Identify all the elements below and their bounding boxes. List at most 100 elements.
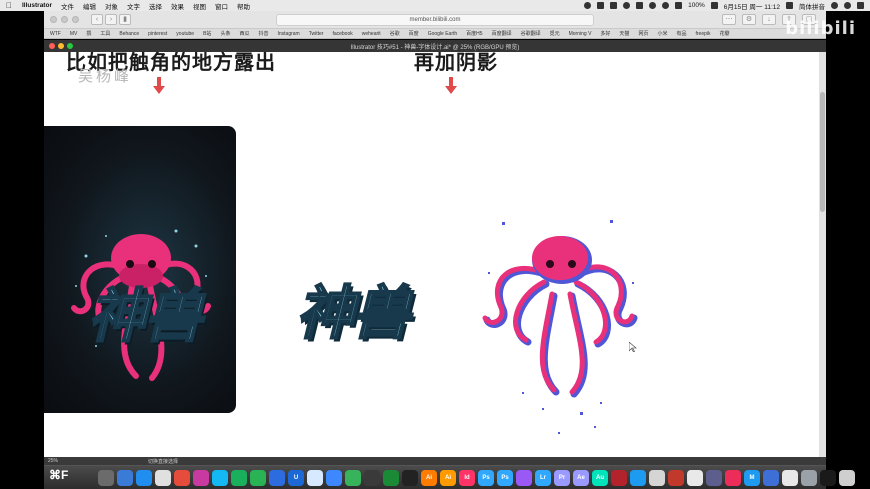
bookmark-item[interactable]: 撰 <box>86 30 91 37</box>
bookmark-item[interactable]: 百度H5 <box>466 30 482 37</box>
dock-app-icon[interactable] <box>193 469 209 486</box>
dock-app-icon[interactable] <box>345 469 361 486</box>
dock-app-icon[interactable]: Pr <box>554 469 570 486</box>
minimize-window-button[interactable] <box>61 16 68 23</box>
menu-type[interactable]: 文字 <box>127 1 140 11</box>
bookmark-item[interactable]: facebook <box>332 31 352 37</box>
bookmark-item[interactable]: WTF <box>50 31 61 37</box>
bookmark-item[interactable]: 花瓣 <box>720 30 730 37</box>
bookmark-item[interactable]: Twitter <box>309 31 324 37</box>
dock-app-icon[interactable] <box>326 469 342 486</box>
battery-icon[interactable] <box>710 2 718 9</box>
dock-app-icon[interactable]: Ps <box>478 469 494 486</box>
back-button[interactable]: ‹ <box>91 14 103 25</box>
more-button[interactable]: ⋯ <box>722 14 736 25</box>
bookmark-item[interactable]: 天猫 <box>619 30 629 37</box>
dock-app-icon[interactable]: U <box>288 469 304 486</box>
menu-help[interactable]: 帮助 <box>237 1 250 11</box>
artboard-canvas[interactable]: 比如把触角的地方露出 吴杨峰 再加阴影 神兽 神兽 <box>44 52 819 457</box>
dock-app-icon[interactable] <box>269 469 285 486</box>
bookmark-item[interactable]: Google Earth <box>428 31 457 37</box>
menu-select[interactable]: 选择 <box>149 1 162 11</box>
dock-app-icon[interactable] <box>706 469 722 486</box>
menu-file[interactable]: 文件 <box>61 1 74 11</box>
menu-effect[interactable]: 效果 <box>171 1 184 11</box>
dock-app-icon[interactable] <box>250 469 266 486</box>
dock-app-icon[interactable] <box>364 469 380 486</box>
bookmark-item[interactable]: 多好 <box>600 30 610 37</box>
siri-icon[interactable] <box>831 2 838 9</box>
bookmark-item[interactable]: wehearit <box>362 31 381 37</box>
bookmark-item[interactable]: B站 <box>203 30 211 37</box>
scrollbar-thumb[interactable] <box>820 92 825 212</box>
apple-menu-icon[interactable]:  <box>6 1 12 10</box>
bookmark-item[interactable]: 工具 <box>100 30 110 37</box>
dock-app-icon[interactable] <box>231 469 247 486</box>
vertical-scrollbar[interactable] <box>819 52 826 457</box>
dock-app-icon[interactable] <box>782 469 798 486</box>
clock[interactable]: 6月15日 周一 11:12 <box>724 1 780 11</box>
bookmark-item[interactable]: 抖音 <box>258 30 268 37</box>
bookmark-item[interactable]: MV <box>70 31 78 37</box>
dock-app-icon[interactable] <box>117 469 133 486</box>
dock-app-icon[interactable]: Au <box>592 469 608 486</box>
wechat-icon[interactable] <box>623 2 631 9</box>
menu-edit[interactable]: 编辑 <box>83 1 96 11</box>
dock-app-icon[interactable] <box>516 469 532 486</box>
crop-icon[interactable] <box>610 2 618 9</box>
dock-app-icon[interactable] <box>820 469 836 486</box>
dock-app-icon[interactable] <box>174 469 190 486</box>
menu-window[interactable]: 窗口 <box>215 1 228 11</box>
bluetooth-icon[interactable] <box>649 2 657 9</box>
octopus-shadow-illustration[interactable] <box>482 212 642 442</box>
dock-app-icon[interactable]: Ai <box>421 469 437 486</box>
battery-percent[interactable]: 100% <box>688 2 705 9</box>
dock-app-icon[interactable]: Id <box>459 469 475 486</box>
dock-app-icon[interactable] <box>668 469 684 486</box>
dock-app-icon[interactable] <box>98 469 114 486</box>
dock-app-icon[interactable]: Ae <box>573 469 589 486</box>
dock-app-icon[interactable]: Ps <box>497 469 513 486</box>
bookmark-item[interactable]: 网页 <box>638 30 648 37</box>
user-icon[interactable] <box>844 2 851 9</box>
bookmark-item[interactable]: 西瓜 <box>239 30 249 37</box>
volume-icon[interactable] <box>675 2 683 9</box>
dock-app-icon[interactable] <box>383 469 399 486</box>
notification-icon[interactable] <box>857 2 864 9</box>
bookmark-item[interactable]: Behance <box>119 31 139 37</box>
poster-artwork[interactable]: 神兽 <box>44 126 236 413</box>
dock-app-icon[interactable] <box>611 469 627 486</box>
menu-object[interactable]: 对象 <box>105 1 118 11</box>
address-bar[interactable]: member.bilibili.com <box>276 14 594 26</box>
forward-button[interactable]: › <box>105 14 117 25</box>
bookmark-item[interactable]: 头条 <box>220 30 230 37</box>
dock-app-icon[interactable] <box>136 469 152 486</box>
zoom-level[interactable]: 25% <box>48 458 58 464</box>
bookmark-item[interactable]: Instagram <box>277 31 299 37</box>
input-method[interactable]: 简体拼音 <box>799 1 825 11</box>
bookmark-item[interactable]: youtube <box>176 31 194 37</box>
bookmark-item[interactable]: 百度 <box>409 30 419 37</box>
menu-view[interactable]: 视图 <box>193 1 206 11</box>
sidebar-toggle-button[interactable]: ▮ <box>119 14 131 25</box>
bookmark-item[interactable]: Morning V <box>569 31 592 37</box>
dock-app-icon[interactable] <box>763 469 779 486</box>
dock-app-icon[interactable] <box>307 469 323 486</box>
bookmark-item[interactable]: 有品 <box>676 30 686 37</box>
grid-icon[interactable] <box>597 2 605 9</box>
download-icon[interactable]: ↓ <box>762 14 776 25</box>
close-window-button[interactable] <box>50 16 57 23</box>
dock-app-icon[interactable]: Ai <box>440 469 456 486</box>
bookmark-item[interactable]: 百度翻译 <box>492 30 512 37</box>
dock-app-icon[interactable]: Lr <box>535 469 551 486</box>
dock-app-icon[interactable] <box>402 469 418 486</box>
bookmark-item[interactable]: pinterest <box>148 31 167 37</box>
bookmark-item[interactable]: 小米 <box>657 30 667 37</box>
dock-app-icon[interactable] <box>630 469 646 486</box>
dock-app-icon[interactable] <box>687 469 703 486</box>
shenshou-text-artwork[interactable]: 神兽 <box>295 266 411 350</box>
dock-app-icon[interactable] <box>649 469 665 486</box>
bookmark-item[interactable]: 谷歌 <box>390 30 400 37</box>
bookmark-item[interactable]: freepik <box>695 31 710 37</box>
app-menu[interactable]: Illustrator <box>22 2 52 9</box>
